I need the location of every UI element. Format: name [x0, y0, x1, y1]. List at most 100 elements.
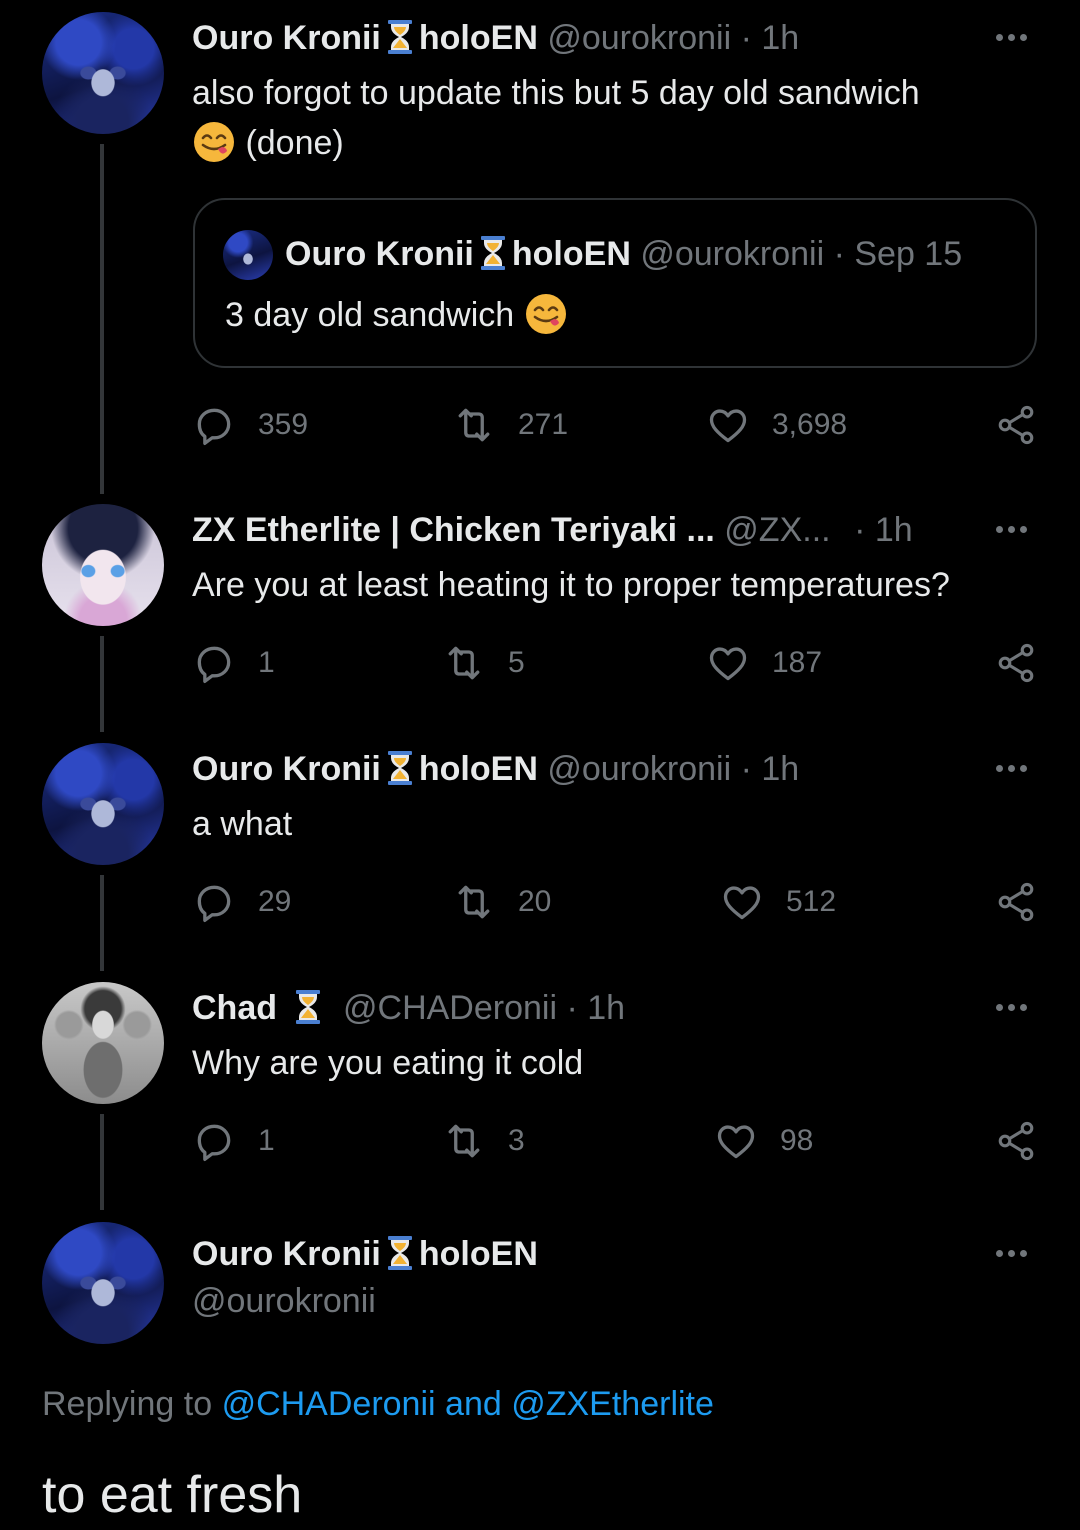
reply-icon	[192, 641, 236, 685]
replying-and[interactable]: and	[445, 1385, 502, 1423]
reply-button[interactable]: 29	[192, 877, 291, 927]
like-count: 98	[780, 1124, 814, 1157]
more-icon	[996, 765, 1032, 772]
retweet-button[interactable]: 271	[452, 400, 568, 450]
like-button[interactable]: 187	[706, 638, 822, 688]
more-icon	[996, 1004, 1032, 1011]
avatar[interactable]	[42, 12, 164, 134]
hourglass-icon	[387, 751, 413, 785]
hourglass-icon	[387, 20, 413, 54]
share-button[interactable]	[994, 400, 1060, 450]
share-button[interactable]	[994, 877, 1060, 927]
user-handle[interactable]: @ourokronii	[192, 1282, 376, 1321]
thread-line	[100, 1114, 104, 1210]
tweet-text-line: also forgot to update this but 5 day old…	[192, 74, 920, 112]
quoted-display-name: Ouro Kronii	[285, 235, 474, 273]
reply-button[interactable]: 1	[192, 638, 275, 688]
timestamp[interactable]: · 1h	[854, 511, 913, 549]
like-button[interactable]: 3,698	[706, 400, 847, 450]
reply-count: 1	[258, 1124, 275, 1157]
tweet-actions: 1 5 187	[192, 638, 1038, 688]
tweet-kronii-sandwich[interactable]: Ouro Kronii holoEN @ourokronii · 1h also …	[0, 0, 1080, 494]
user-handle[interactable]: @ourokronii	[547, 19, 731, 57]
share-icon	[994, 403, 1038, 447]
tweet-kronii-a-what[interactable]: Ouro Kronii holoEN @ourokronii · 1h a wha…	[0, 731, 1080, 971]
timestamp[interactable]: · 1h	[566, 989, 625, 1027]
retweet-button[interactable]: 20	[452, 877, 551, 927]
quoted-avatar	[223, 230, 273, 280]
display-name[interactable]: Ouro Kronii	[192, 1235, 381, 1273]
more-icon	[996, 526, 1032, 533]
retweet-count: 20	[518, 885, 552, 918]
thread-line	[100, 875, 104, 971]
display-name-org[interactable]: holoEN	[419, 1235, 538, 1273]
display-name-org[interactable]: holoEN	[419, 19, 538, 57]
more-options-button[interactable]	[996, 1238, 1036, 1268]
heart-icon	[714, 1119, 758, 1163]
heart-icon	[706, 403, 750, 447]
reply-button[interactable]: 1	[192, 1116, 275, 1166]
share-button[interactable]	[994, 1116, 1060, 1166]
user-handle[interactable]: @ourokronii	[547, 750, 731, 788]
retweet-button[interactable]: 3	[442, 1116, 525, 1166]
reply-button[interactable]: 359	[192, 400, 308, 450]
more-options-button[interactable]	[996, 992, 1036, 1022]
share-button[interactable]	[994, 638, 1060, 688]
like-button[interactable]: 98	[714, 1116, 813, 1166]
tweet-header: Chad @CHADeronii · 1h	[192, 988, 625, 1028]
tweet-text: a what	[192, 805, 293, 843]
quoted-tweet-text: 3 day old sandwich	[225, 290, 568, 340]
tweet-header: Ouro Kronii holoEN	[192, 1234, 538, 1274]
avatar[interactable]	[42, 1222, 164, 1344]
retweet-icon	[452, 403, 496, 447]
like-count: 3,698	[772, 408, 848, 441]
retweet-button[interactable]: 5	[442, 638, 525, 688]
avatar[interactable]	[42, 982, 164, 1104]
tweet-text-line: (done)	[192, 118, 920, 168]
retweet-icon	[442, 641, 486, 685]
tweet-actions: 29 20 512	[192, 877, 1038, 927]
savoring-face-emoji-icon	[192, 120, 236, 164]
user-handle[interactable]: @ZX...	[724, 511, 830, 549]
hourglass-icon	[295, 990, 321, 1024]
avatar[interactable]	[42, 743, 164, 865]
retweet-count: 5	[508, 646, 525, 679]
retweet-icon	[442, 1119, 486, 1163]
avatar[interactable]	[42, 504, 164, 626]
timestamp[interactable]: · 1h	[741, 19, 800, 57]
like-button[interactable]: 512	[720, 877, 836, 927]
tweet-chad[interactable]: Chad @CHADeronii · 1h Why are you eating …	[0, 970, 1080, 1210]
display-name[interactable]: ZX Etherlite | Chicken Teriyaki ...	[192, 511, 715, 549]
reply-mention-link[interactable]: @CHADeronii	[222, 1385, 436, 1423]
reply-mention-link[interactable]: @ZXEtherlite	[511, 1385, 714, 1423]
timestamp[interactable]: · 1h	[741, 750, 800, 788]
display-name[interactable]: Ouro Kronii	[192, 750, 381, 788]
more-options-button[interactable]	[996, 514, 1036, 544]
savoring-face-emoji-icon	[524, 292, 568, 336]
tweet-text: Why are you eating it cold	[192, 1044, 584, 1082]
reply-count: 1	[258, 646, 275, 679]
reply-icon	[192, 1119, 236, 1163]
replying-prefix: Replying to	[42, 1385, 213, 1423]
hourglass-icon	[480, 236, 506, 270]
share-icon	[994, 1119, 1038, 1163]
like-count: 512	[786, 885, 837, 918]
tweet-text-part: (done)	[245, 124, 344, 162]
reply-icon	[192, 880, 236, 924]
reply-icon	[192, 403, 236, 447]
heart-icon	[720, 880, 764, 924]
share-icon	[994, 641, 1038, 685]
user-handle[interactable]: @CHADeronii	[343, 989, 557, 1027]
display-name-org[interactable]: holoEN	[419, 750, 538, 788]
tweet-zx-etherlite[interactable]: ZX Etherlite | Chicken Teriyaki ... @ZX.…	[0, 492, 1080, 732]
more-options-button[interactable]	[996, 22, 1036, 52]
reply-count: 29	[258, 885, 292, 918]
tweet-actions: 359 271 3,698	[192, 400, 1038, 450]
quoted-tweet[interactable]: Ouro Kronii holoEN @ourokronii · Sep 15 3…	[193, 198, 1037, 368]
tweet-header: ZX Etherlite | Chicken Teriyaki ... @ZX.…	[192, 510, 913, 550]
thread-line	[100, 636, 104, 732]
display-name[interactable]: Chad	[192, 989, 277, 1027]
more-options-button[interactable]	[996, 753, 1036, 783]
display-name[interactable]: Ouro Kronii	[192, 19, 381, 57]
retweet-count: 271	[518, 408, 569, 441]
